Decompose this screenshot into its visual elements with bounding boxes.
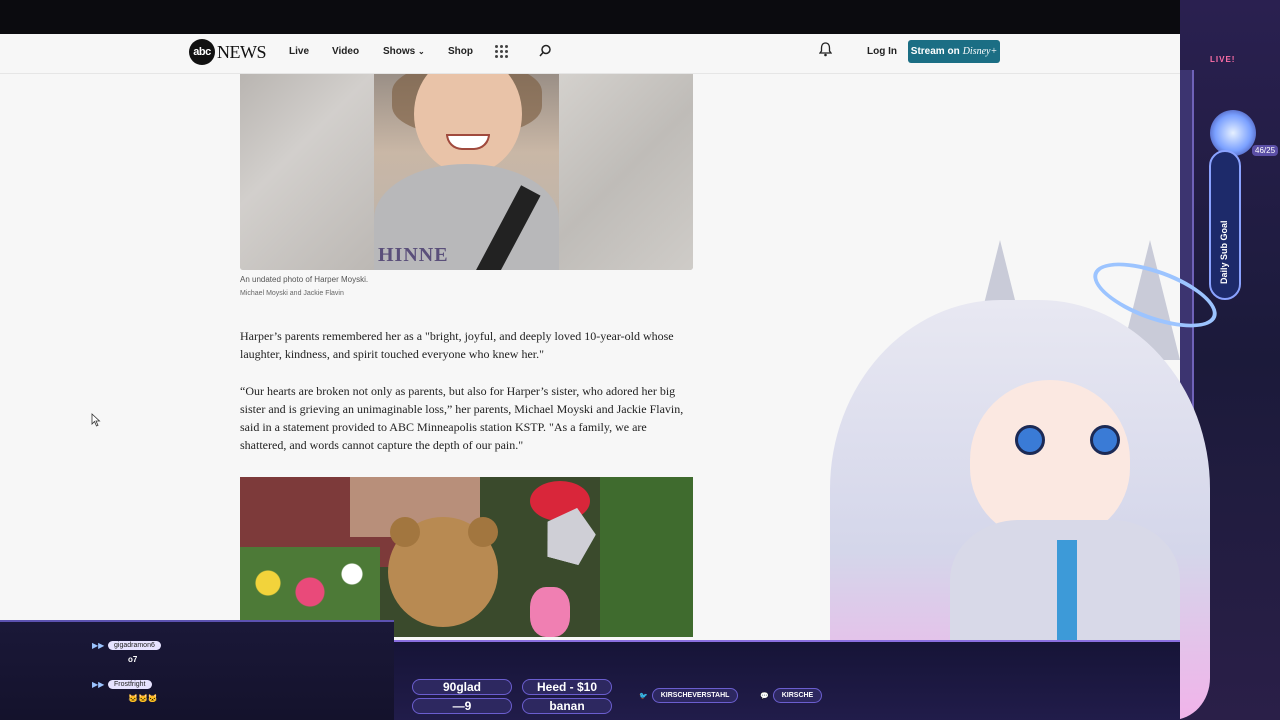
social-chat: 💬 KIRSCHE	[760, 688, 823, 703]
search-icon[interactable]	[539, 44, 552, 57]
photo-credit: Michael Moyski and Jackie Flavin	[240, 290, 344, 297]
chat-message: o7	[128, 655, 138, 664]
sub-goal-count: 46/25	[1252, 145, 1279, 156]
avatar-eye	[1015, 425, 1045, 455]
nav-shows-label: Shows	[383, 46, 416, 57]
article-paragraph: Harper’s parents remembered her as a "br…	[240, 329, 674, 361]
chat-bubble-icon: 💬	[760, 692, 769, 700]
stream-label: Stream on	[910, 46, 960, 57]
avatar-tie	[1057, 540, 1077, 640]
mouse-cursor-icon	[91, 413, 101, 427]
nav-shop[interactable]: Shop	[448, 46, 473, 57]
article-photo-memorial	[240, 477, 693, 637]
stream-bottom-bar: 90glad Heed - $10 —9 banan 🐦 KIRSCHEVERS…	[394, 640, 1180, 720]
twitter-icon: 🐦	[639, 692, 648, 700]
stream-on-disney-button[interactable]: Stream on Disney+	[908, 40, 1000, 63]
social-twitter: 🐦 KIRSCHEVERSTAHL	[639, 688, 739, 703]
article-photo-harper: HINNE	[240, 74, 693, 270]
apps-grid-icon[interactable]	[495, 45, 508, 58]
photo-blur-right	[559, 74, 693, 270]
ticker-item-text: Heed - $10	[536, 680, 598, 694]
disney-plus-logo: Disney+	[962, 46, 998, 57]
chat-username: gigadramon6	[108, 641, 161, 650]
ticker-item: 90glad	[412, 679, 512, 695]
chat-handle: KIRSCHE	[772, 688, 823, 703]
abc-news-logo[interactable]: abc NEWS	[189, 39, 267, 65]
photo-subject: HINNE	[374, 74, 559, 270]
stream-chat-box: ▶▶ gigadramon6 o7 ▶▶ Frostfright 🐱🐱🐱	[0, 620, 394, 720]
ticker-item: Heed - $10	[522, 679, 612, 695]
ticker-item: —9	[412, 698, 512, 714]
girl-face	[414, 74, 522, 174]
chat-arrow-icon: ▶▶	[92, 641, 105, 650]
chat-arrow-icon: ▶▶	[92, 680, 105, 689]
site-header: abc NEWS Live Video Shows ⌄ Shop Log In …	[0, 34, 1180, 74]
article-paragraph: “Our hearts are broken not only as paren…	[240, 384, 684, 452]
nav-video[interactable]: Video	[332, 46, 359, 57]
chat-message: 🐱🐱🐱	[128, 694, 158, 703]
photo-blur-left	[240, 74, 374, 270]
login-link[interactable]: Log In	[867, 46, 897, 57]
avatar-eye	[1090, 425, 1120, 455]
photo-caption: An undated photo of Harper Moyski.	[240, 275, 369, 284]
live-badge: LIVE!	[1210, 55, 1236, 64]
chevron-down-icon: ⌄	[418, 47, 425, 56]
ticker-item: banan	[522, 698, 612, 714]
bell-icon[interactable]	[819, 42, 832, 57]
avatar-face	[970, 380, 1130, 540]
news-wordmark: NEWS	[217, 41, 267, 62]
nav-live[interactable]: Live	[289, 46, 309, 57]
nav-shows[interactable]: Shows ⌄	[383, 46, 425, 57]
abc-logo-mark: abc	[189, 39, 215, 65]
browser-top-bar	[0, 0, 1280, 34]
twitter-handle: KIRSCHEVERSTAHL	[651, 688, 739, 703]
pink-plush	[530, 587, 570, 637]
chat-username: Frostfright	[108, 680, 152, 689]
crystal-orb-icon	[1210, 110, 1256, 156]
hoodie-print: HINNE	[378, 244, 449, 266]
